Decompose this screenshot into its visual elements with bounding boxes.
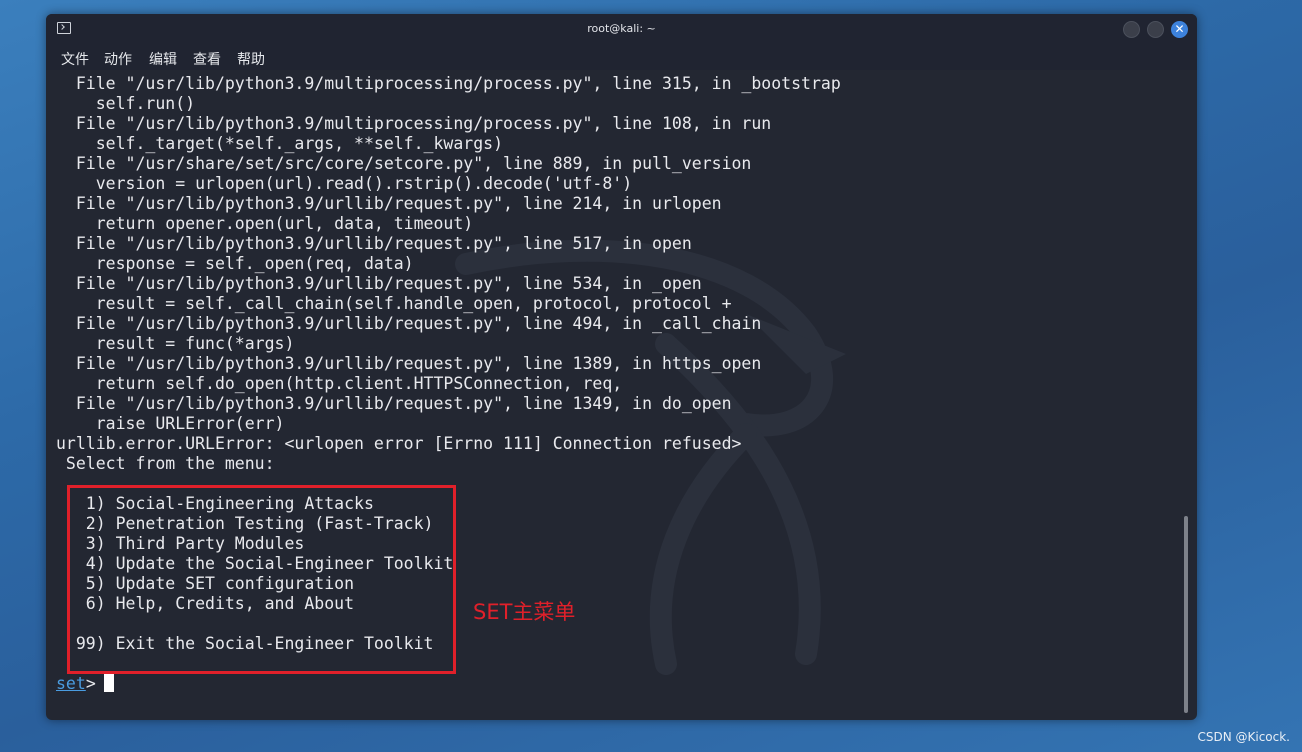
terminal-line: File "/usr/lib/python3.9/urllib/request.…: [56, 194, 722, 213]
text-cursor: [103, 674, 114, 692]
terminal-line: File "/usr/lib/python3.9/urllib/request.…: [56, 354, 762, 373]
scrollbar[interactable]: [1184, 516, 1188, 713]
terminal-line: self.run(): [56, 94, 196, 113]
terminal-line: File "/usr/lib/python3.9/multiprocessing…: [56, 74, 841, 93]
terminal-line: result = self._call_chain(self.handle_op…: [56, 294, 732, 313]
menu-view[interactable]: 查看: [193, 49, 221, 69]
terminal-line: File "/usr/lib/python3.9/urllib/request.…: [56, 394, 732, 413]
source-watermark: CSDN @Kicock.: [1197, 730, 1290, 744]
terminal-line: File "/usr/lib/python3.9/urllib/request.…: [56, 234, 692, 253]
terminal-line: File "/usr/share/set/src/core/setcore.py…: [56, 154, 752, 173]
terminal-window: root@kali: ~ ✕ 文件 动作 编辑 查看 帮助 File "/usr…: [46, 14, 1197, 720]
terminal-line: response = self._open(req, data): [56, 254, 414, 273]
terminal-line: raise URLError(err): [56, 414, 285, 433]
terminal-line: File "/usr/lib/python3.9/urllib/request.…: [56, 314, 762, 333]
menu-bar: 文件 动作 编辑 查看 帮助: [46, 44, 1197, 70]
menu-action[interactable]: 动作: [104, 49, 132, 69]
terminal-line: return opener.open(url, data, timeout): [56, 214, 474, 233]
command-prompt[interactable]: set>: [56, 674, 114, 694]
terminal-line: Select from the menu:: [56, 454, 275, 473]
menu-file[interactable]: 文件: [61, 49, 89, 69]
close-button[interactable]: ✕: [1171, 21, 1188, 38]
terminal-line: File "/usr/lib/python3.9/multiprocessing…: [56, 114, 772, 133]
terminal-line: return self.do_open(http.client.HTTPSCon…: [56, 374, 623, 393]
window-title: root@kali: ~: [587, 22, 656, 35]
terminal-line: urllib.error.URLError: <urlopen error [E…: [56, 434, 742, 453]
menu-edit[interactable]: 编辑: [149, 49, 177, 69]
menu-highlight-box: [67, 485, 456, 674]
minimize-button[interactable]: [1123, 21, 1140, 38]
prompt-symbol: >: [85, 674, 96, 693]
maximize-button[interactable]: [1147, 21, 1164, 38]
close-icon: ✕: [1174, 22, 1185, 36]
terminal-line: result = func(*args): [56, 334, 295, 353]
annotation-label: SET主菜单: [473, 600, 576, 624]
prompt-name[interactable]: set: [56, 674, 86, 693]
title-bar: root@kali: ~ ✕: [46, 14, 1197, 44]
terminal-line: version = urlopen(url).read().rstrip().d…: [56, 174, 633, 193]
menu-help[interactable]: 帮助: [237, 49, 265, 69]
terminal-line: self._target(*self._args, **self._kwargs…: [56, 134, 504, 153]
terminal-line: File "/usr/lib/python3.9/urllib/request.…: [56, 274, 702, 293]
